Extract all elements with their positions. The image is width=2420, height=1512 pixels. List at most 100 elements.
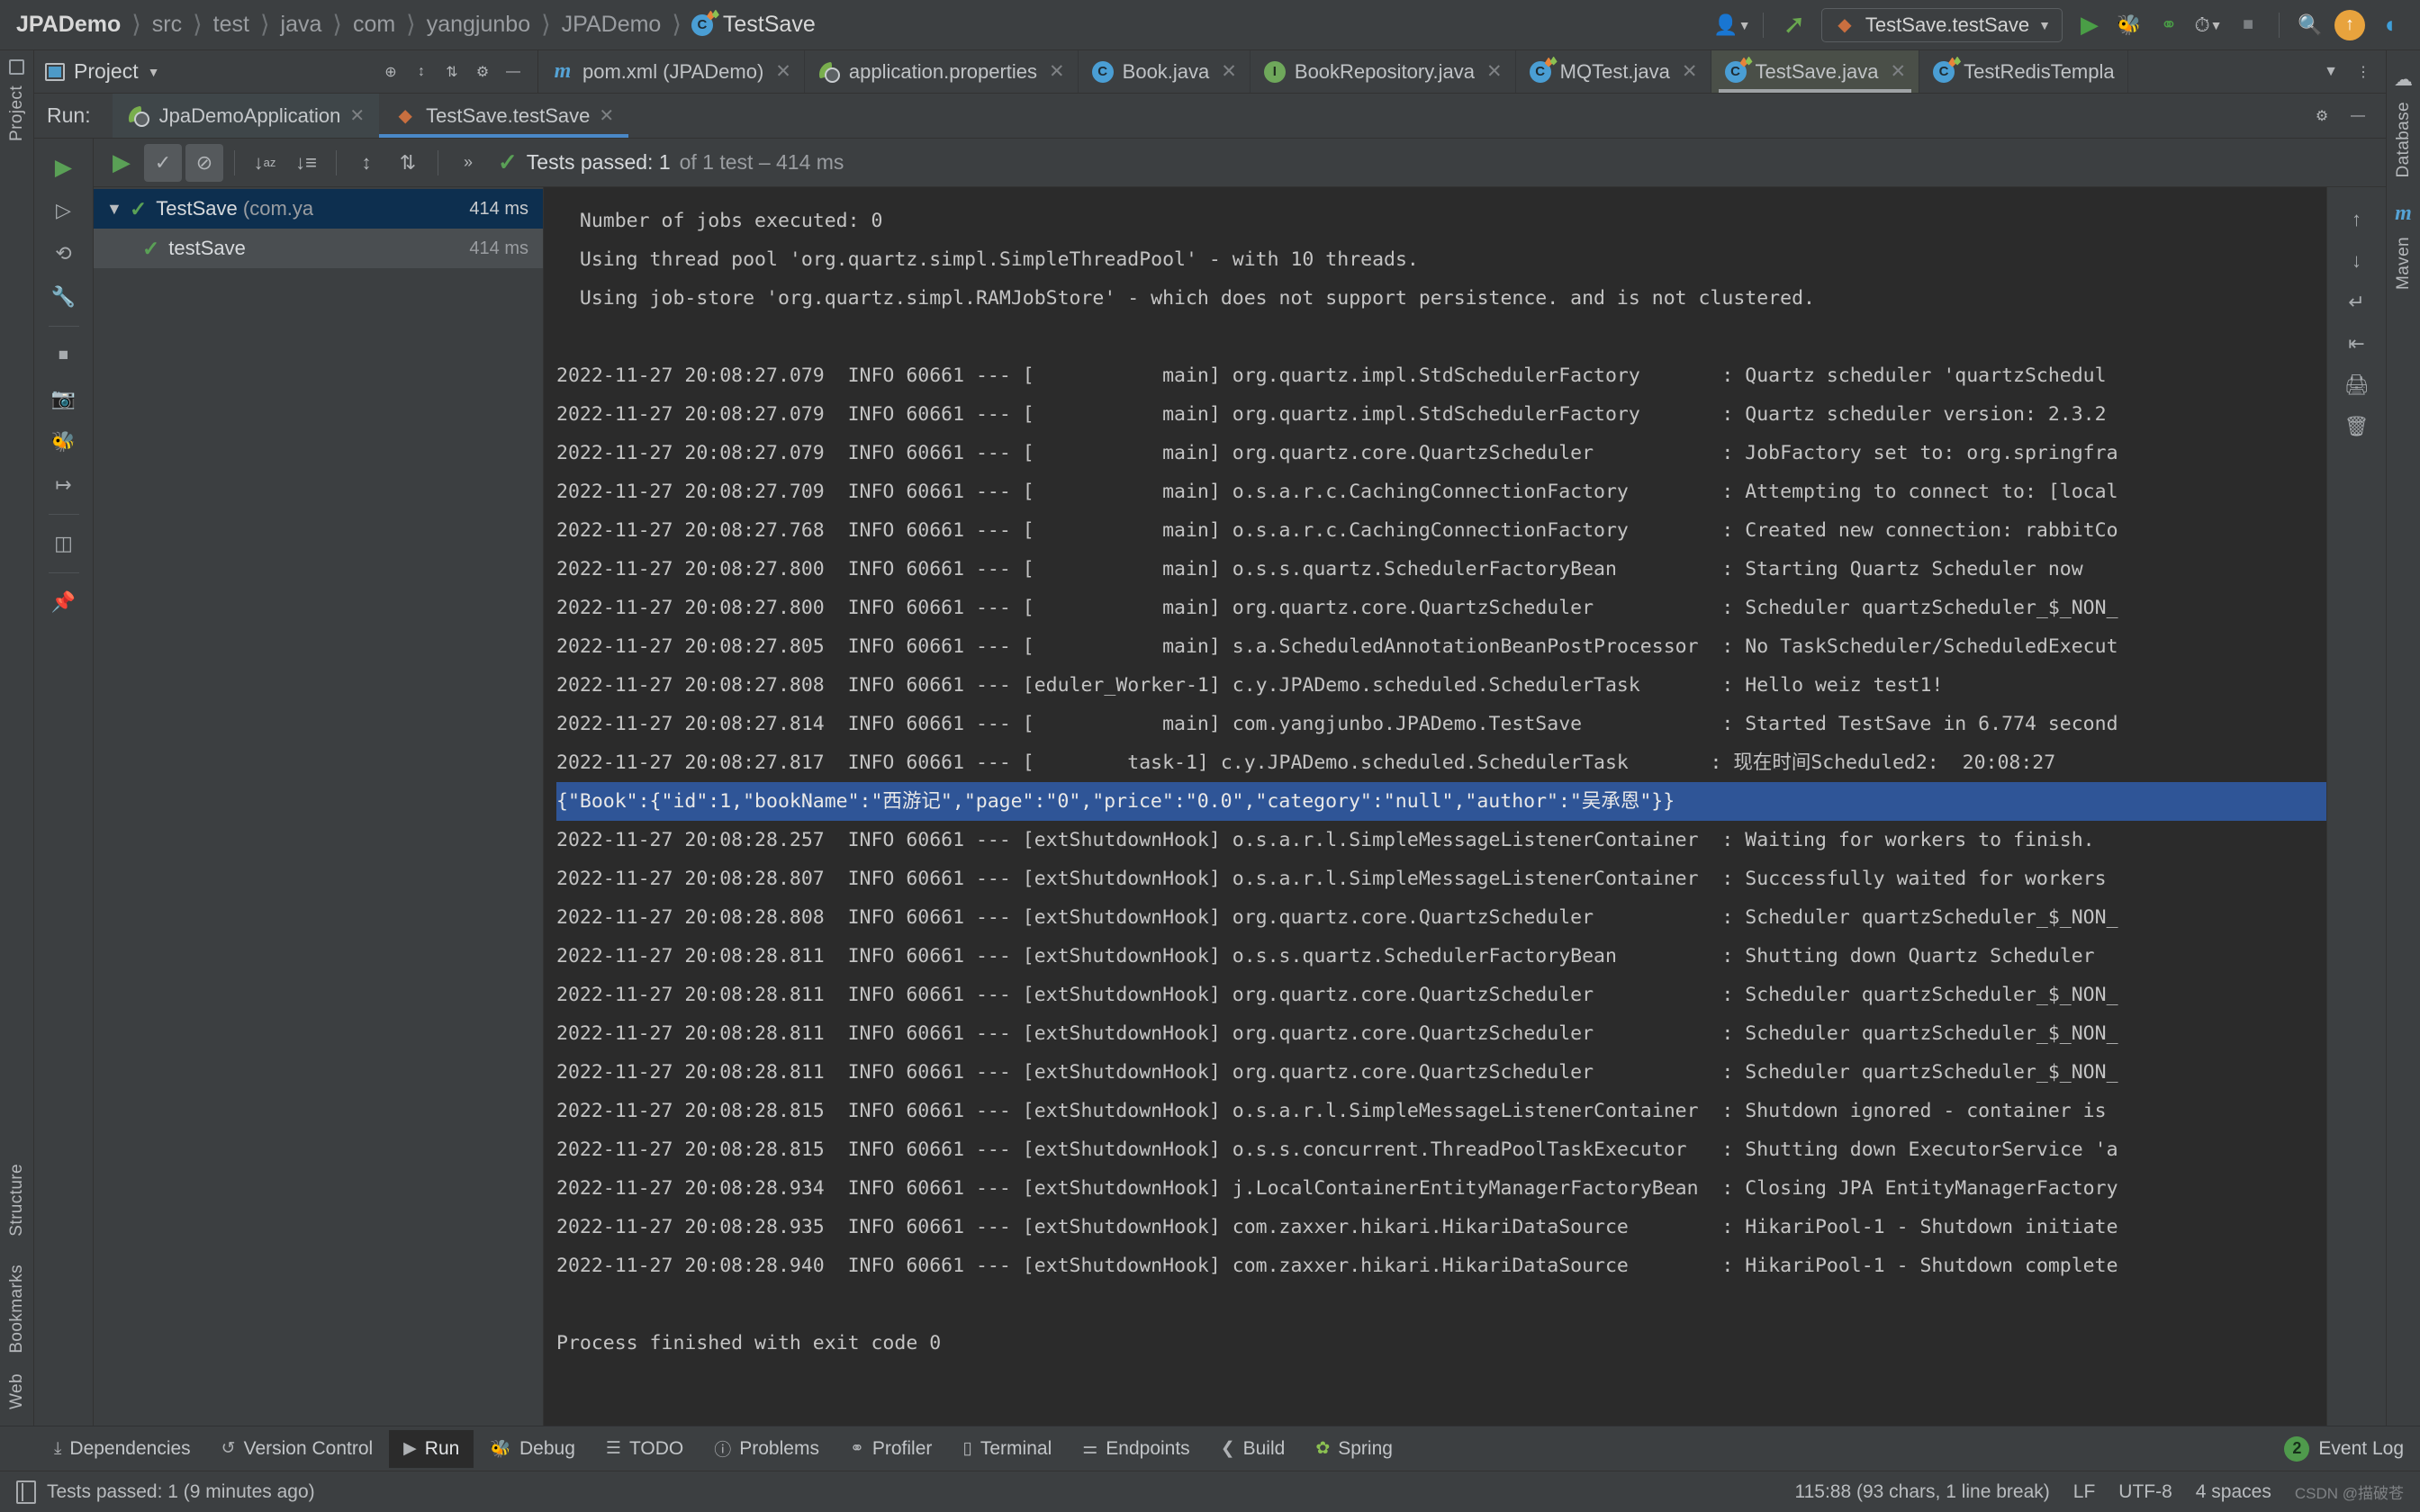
gear-icon[interactable]: ⚙	[469, 58, 496, 86]
breadcrumb-item-7[interactable]: TestSave	[719, 12, 819, 38]
show-passed-icon[interactable]: ✓	[144, 143, 182, 182]
hide-icon[interactable]: —	[500, 58, 527, 86]
console-line[interactable]: 2022-11-27 20:08:27.079 INFO 60661 --- […	[556, 434, 2326, 472]
expand-all-icon[interactable]: ↕	[348, 144, 385, 182]
bottom-tab-run[interactable]: ▶ Run	[389, 1429, 474, 1468]
user-profile-icon[interactable]: 👤 ▼	[1713, 7, 1750, 43]
export-icon[interactable]: ↦	[44, 465, 84, 505]
breadcrumb-item-3[interactable]: java	[277, 12, 326, 38]
expand-all-icon[interactable]: ↕	[408, 58, 435, 86]
console-line[interactable]: 2022-11-27 20:08:27.800 INFO 60661 --- […	[556, 550, 2326, 589]
caret-position[interactable]: 115:88 (93 chars, 1 line break)	[1794, 1481, 2049, 1503]
console-line[interactable]: 2022-11-27 20:08:28.815 INFO 60661 --- […	[556, 1092, 2326, 1130]
bottom-tab-endpoints[interactable]: ⚌ Endpoints	[1068, 1430, 1204, 1468]
console-line[interactable]: 2022-11-27 20:08:27.817 INFO 60661 --- […	[556, 743, 2326, 782]
test-tree-node-testsave-method[interactable]: ✓ testSave 414 ms	[94, 229, 543, 268]
dump-threads-icon[interactable]: 📷	[44, 379, 84, 418]
sidebar-item-web[interactable]: Web	[7, 1368, 27, 1426]
bottom-tab-terminal[interactable]: ▯ Terminal	[948, 1430, 1066, 1468]
console-line[interactable]	[556, 1285, 2326, 1324]
editor-tab-application-properties[interactable]: application.properties ✕	[805, 50, 1079, 93]
console-line[interactable]: 2022-11-27 20:08:28.811 INFO 60661 --- […	[556, 976, 2326, 1014]
sort-alphabetically-icon[interactable]: ↓ az	[246, 144, 284, 182]
run-configuration-selector[interactable]: ◆ TestSave.testSave ▼	[1820, 7, 2063, 42]
pin-icon[interactable]: 📌	[44, 582, 84, 622]
console-line[interactable]: 2022-11-27 20:08:28.811 INFO 60661 --- […	[556, 1053, 2326, 1092]
close-icon[interactable]: ✕	[775, 60, 791, 83]
gear-icon[interactable]: ⚙	[2308, 103, 2335, 130]
line-separator[interactable]: LF	[2073, 1481, 2096, 1503]
breadcrumb-item-4[interactable]: com	[349, 12, 399, 38]
editor-tab-book-java[interactable]: C Book.java ✕	[1079, 50, 1251, 93]
search-everywhere-icon[interactable]: 🔍	[2292, 7, 2328, 43]
bottom-tab-todo[interactable]: ☰ TODO	[591, 1430, 698, 1468]
collapse-all-icon[interactable]: ⇅	[389, 144, 427, 182]
update-arrow-icon[interactable]: ➚	[1776, 7, 1812, 43]
editor-tab-pom-xml[interactable]: m pom.xml (JPADemo) ✕	[538, 50, 805, 93]
close-icon[interactable]: ✕	[599, 104, 614, 127]
console-line[interactable]: Number of jobs executed: 0	[556, 202, 2326, 240]
chevron-down-icon[interactable]: ▼	[148, 65, 160, 79]
rerun-icon[interactable]: ▶	[44, 148, 84, 187]
clear-all-icon[interactable]: 🗑	[2337, 407, 2377, 446]
run-with-coverage-icon[interactable]: ⚭	[2151, 7, 2187, 43]
more-options-icon[interactable]: »	[449, 144, 487, 182]
run-tab-testsave-testsave[interactable]: ◆ TestSave.testSave ✕	[379, 94, 629, 138]
console-line[interactable]: Process finished with exit code 0	[556, 1324, 2326, 1363]
console-line[interactable]: 2022-11-27 20:08:27.079 INFO 60661 --- […	[556, 356, 2326, 395]
editor-tab-mqtest-java[interactable]: C MQTest.java ✕	[1516, 50, 1711, 93]
console-line[interactable]: 2022-11-27 20:08:27.079 INFO 60661 --- […	[556, 395, 2326, 434]
bottom-tab-profiler[interactable]: ⚭ Profiler	[835, 1430, 946, 1468]
bottom-tab-spring[interactable]: ✿ Spring	[1301, 1430, 1407, 1468]
sidebar-item-database[interactable]: Database ☁	[2394, 59, 2414, 193]
sidebar-item-structure[interactable]: Structure	[7, 1149, 27, 1251]
rerun-icon[interactable]: ▶	[103, 144, 140, 182]
console-line[interactable]: 2022-11-27 20:08:28.257 INFO 60661 --- […	[556, 821, 2326, 860]
breadcrumb-item-2[interactable]: test	[210, 12, 253, 38]
bottom-tab-debug[interactable]: 🐝 Debug	[475, 1430, 590, 1468]
sidebar-item-bookmarks[interactable]: Bookmarks	[7, 1250, 27, 1368]
close-icon[interactable]: ✕	[1682, 60, 1698, 83]
rerun-failed-icon[interactable]: ▷	[44, 191, 84, 230]
stop-icon[interactable]: ■	[44, 336, 84, 375]
sidebar-item-maven[interactable]: Maven m	[2394, 193, 2414, 304]
console-line[interactable]: 2022-11-27 20:08:28.807 INFO 60661 --- […	[556, 860, 2326, 898]
console-line[interactable]: 2022-11-27 20:08:27.805 INFO 60661 --- […	[556, 627, 2326, 666]
console-line[interactable]: 2022-11-27 20:08:28.808 INFO 60661 --- […	[556, 898, 2326, 937]
indent-setting[interactable]: 4 spaces	[2196, 1481, 2271, 1503]
bottom-tab-problems[interactable]: ⓘ Problems	[700, 1430, 834, 1468]
console-line[interactable]: 2022-11-27 20:08:28.934 INFO 60661 --- […	[556, 1169, 2326, 1208]
console-output[interactable]: Number of jobs executed: 0 Using thread …	[544, 187, 2326, 1426]
console-line[interactable]: 2022-11-27 20:08:27.808 INFO 60661 --- […	[556, 666, 2326, 705]
wrench-icon[interactable]: 🔧	[44, 277, 84, 317]
close-icon[interactable]: ✕	[349, 104, 365, 127]
debug-icon[interactable]: 🐝	[44, 422, 84, 462]
run-tab-jpademoapplication[interactable]: JpaDemoApplication ✕	[112, 94, 380, 138]
console-line[interactable]: 2022-11-27 20:08:28.811 INFO 60661 --- […	[556, 937, 2326, 976]
console-line[interactable]: 2022-11-27 20:08:27.800 INFO 60661 --- […	[556, 589, 2326, 627]
sort-by-duration-icon[interactable]: ↓≡	[287, 144, 325, 182]
scroll-up-icon[interactable]: ↑	[2337, 200, 2377, 239]
editor-tab-testredistemplate-java[interactable]: C TestRedisTempla	[1919, 50, 2128, 93]
console-line[interactable]: 2022-11-27 20:08:28.811 INFO 60661 --- […	[556, 1014, 2326, 1053]
console-line[interactable]: Using thread pool 'org.quartz.simpl.Simp…	[556, 240, 2326, 279]
breadcrumb-item-5[interactable]: yangjunbo	[423, 12, 534, 38]
show-ignored-icon[interactable]: ⊘	[185, 143, 223, 182]
close-icon[interactable]: ✕	[1890, 60, 1906, 83]
file-encoding[interactable]: UTF-8	[2118, 1481, 2172, 1503]
stop-icon[interactable]: ■	[2230, 7, 2266, 43]
breadcrumb-item-6[interactable]: JPADemo	[558, 12, 665, 38]
scroll-down-icon[interactable]: ↓	[2337, 241, 2377, 281]
bottom-tab-version-control[interactable]: ↺ Version Control	[207, 1430, 388, 1468]
scroll-to-end-icon[interactable]: ⇤	[2337, 324, 2377, 364]
profiler-icon[interactable]: ⏱ ▼	[2190, 7, 2226, 43]
close-icon[interactable]: ✕	[1049, 60, 1065, 83]
ide-logo-icon[interactable]: ◖	[2371, 7, 2407, 43]
bottom-tab-build[interactable]: ❮ Build	[1206, 1430, 1300, 1468]
print-icon[interactable]: 🖨	[2337, 365, 2377, 405]
console-line[interactable]: 2022-11-27 20:08:27.768 INFO 60661 --- […	[556, 511, 2326, 550]
editor-tab-bookrepository-java[interactable]: I BookRepository.java ✕	[1251, 50, 1516, 93]
layout-icon[interactable]: ◫	[44, 524, 84, 563]
chevron-down-icon[interactable]: ▼	[106, 200, 122, 219]
debug-icon[interactable]: 🐝	[2111, 7, 2147, 43]
